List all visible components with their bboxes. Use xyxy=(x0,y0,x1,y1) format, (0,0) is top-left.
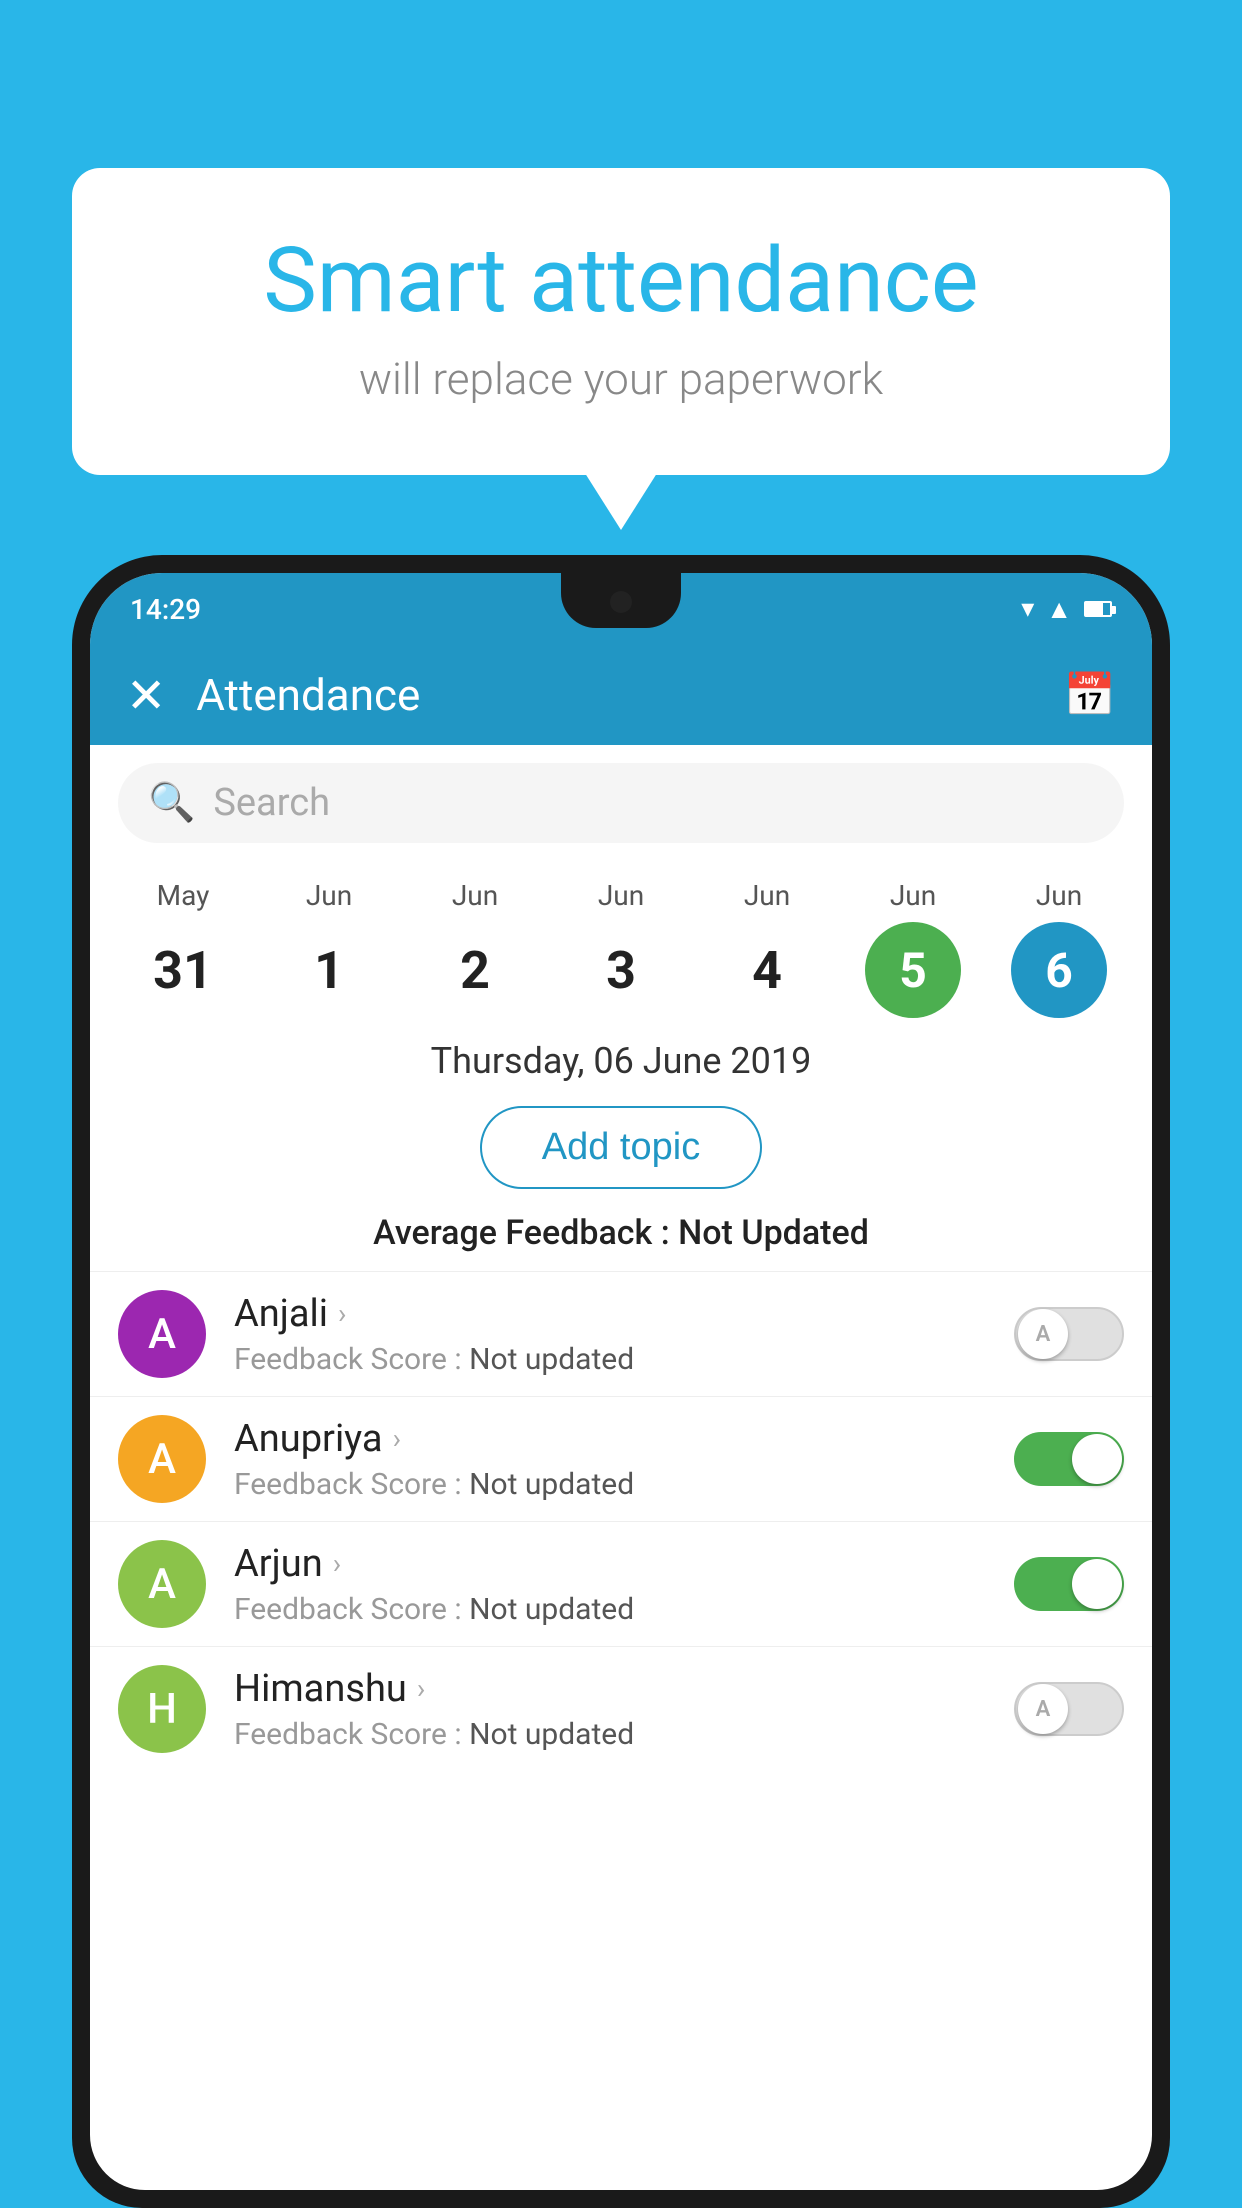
student-avatar: A xyxy=(118,1415,206,1503)
toggle-knob: P xyxy=(1072,1559,1122,1609)
calendar-day[interactable]: Jun 2 xyxy=(415,879,535,1018)
day-month: Jun xyxy=(1036,879,1082,912)
close-button[interactable]: ✕ xyxy=(126,667,166,724)
wifi-icon: ▾ xyxy=(1021,594,1034,624)
calendar-day[interactable]: Jun 1 xyxy=(269,879,389,1018)
toggle-knob: A xyxy=(1018,1309,1068,1359)
date-header: Thursday, 06 June 2019 xyxy=(90,1018,1152,1092)
status-time: 14:29 xyxy=(130,593,201,626)
camera-dot xyxy=(610,591,632,613)
bubble-subtitle: will replace your paperwork xyxy=(152,353,1090,405)
calendar-icon[interactable]: 📅 xyxy=(1064,671,1116,720)
calendar-day[interactable]: Jun 4 xyxy=(707,879,827,1018)
chevron-icon: › xyxy=(333,1547,341,1580)
attendance-toggle[interactable]: P xyxy=(1014,1557,1124,1611)
day-month: May xyxy=(157,879,210,912)
signal-icon: ▲ xyxy=(1046,594,1072,625)
student-info: Anjali › Feedback Score : Not updated xyxy=(234,1292,1014,1377)
phone-notch xyxy=(561,573,681,628)
phone-screen: 14:29 ▾ ▲ ✕ Attendance 📅 🔍 Search May 31… xyxy=(90,573,1152,2190)
calendar-day[interactable]: Jun 3 xyxy=(561,879,681,1018)
avg-feedback-label: Average Feedback : xyxy=(373,1213,678,1253)
toggle-knob: P xyxy=(1072,1434,1122,1484)
avg-feedback-value: Not Updated xyxy=(678,1213,869,1253)
search-bar[interactable]: 🔍 Search xyxy=(118,763,1124,843)
student-item[interactable]: H Himanshu › Feedback Score : Not update… xyxy=(90,1646,1152,1771)
bubble-title: Smart attendance xyxy=(152,228,1090,333)
attendance-toggle[interactable]: A xyxy=(1014,1682,1124,1736)
day-month: Jun xyxy=(452,879,498,912)
status-bar: 14:29 ▾ ▲ xyxy=(90,573,1152,645)
feedback-score: Feedback Score : Not updated xyxy=(234,1717,1014,1752)
calendar-row: May 31 Jun 1 Jun 2 Jun 3 Jun 4 Jun 5 Jun… xyxy=(90,861,1152,1018)
day-month: Jun xyxy=(598,879,644,912)
student-item[interactable]: A Anupriya › Feedback Score : Not update… xyxy=(90,1396,1152,1521)
battery-icon xyxy=(1084,601,1112,617)
feedback-score: Feedback Score : Not updated xyxy=(234,1592,1014,1627)
search-input[interactable]: Search xyxy=(213,781,330,825)
add-topic-button[interactable]: Add topic xyxy=(480,1106,762,1189)
app-title: Attendance xyxy=(196,669,1063,721)
day-number: 6 xyxy=(1011,922,1107,1018)
student-info: Arjun › Feedback Score : Not updated xyxy=(234,1542,1014,1627)
day-month: Jun xyxy=(744,879,790,912)
student-item[interactable]: A Anjali › Feedback Score : Not updated … xyxy=(90,1271,1152,1396)
student-info: Himanshu › Feedback Score : Not updated xyxy=(234,1667,1014,1752)
phone-frame: 14:29 ▾ ▲ ✕ Attendance 📅 🔍 Search May 31… xyxy=(72,555,1170,2208)
day-month: Jun xyxy=(306,879,352,912)
chevron-icon: › xyxy=(417,1672,425,1705)
student-name: Arjun › xyxy=(234,1542,1014,1586)
chevron-icon: › xyxy=(393,1422,401,1455)
feedback-score: Feedback Score : Not updated xyxy=(234,1342,1014,1377)
student-avatar: A xyxy=(118,1540,206,1628)
app-bar: ✕ Attendance 📅 xyxy=(90,645,1152,745)
calendar-day[interactable]: Jun 5 xyxy=(853,879,973,1018)
student-name: Anjali › xyxy=(234,1292,1014,1336)
chevron-icon: › xyxy=(338,1297,346,1330)
calendar-day[interactable]: May 31 xyxy=(123,879,243,1018)
student-avatar: H xyxy=(118,1665,206,1753)
day-number: 3 xyxy=(573,922,669,1018)
calendar-day[interactable]: Jun 6 xyxy=(999,879,1119,1018)
student-name: Himanshu › xyxy=(234,1667,1014,1711)
day-number: 2 xyxy=(427,922,523,1018)
day-number: 31 xyxy=(135,922,231,1018)
day-number: 4 xyxy=(719,922,815,1018)
feedback-score: Feedback Score : Not updated xyxy=(234,1467,1014,1502)
status-icons: ▾ ▲ xyxy=(1021,594,1112,625)
student-name: Anupriya › xyxy=(234,1417,1014,1461)
student-avatar: A xyxy=(118,1290,206,1378)
attendance-toggle[interactable]: A xyxy=(1014,1307,1124,1361)
speech-bubble: Smart attendance will replace your paper… xyxy=(72,168,1170,475)
student-info: Anupriya › Feedback Score : Not updated xyxy=(234,1417,1014,1502)
day-month: Jun xyxy=(890,879,936,912)
search-icon: 🔍 xyxy=(148,781,195,825)
average-feedback: Average Feedback : Not Updated xyxy=(90,1203,1152,1271)
toggle-knob: A xyxy=(1018,1684,1068,1734)
day-number: 5 xyxy=(865,922,961,1018)
attendance-toggle[interactable]: P xyxy=(1014,1432,1124,1486)
day-number: 1 xyxy=(281,922,377,1018)
student-list: A Anjali › Feedback Score : Not updated … xyxy=(90,1271,1152,1771)
student-item[interactable]: A Arjun › Feedback Score : Not updated P xyxy=(90,1521,1152,1646)
